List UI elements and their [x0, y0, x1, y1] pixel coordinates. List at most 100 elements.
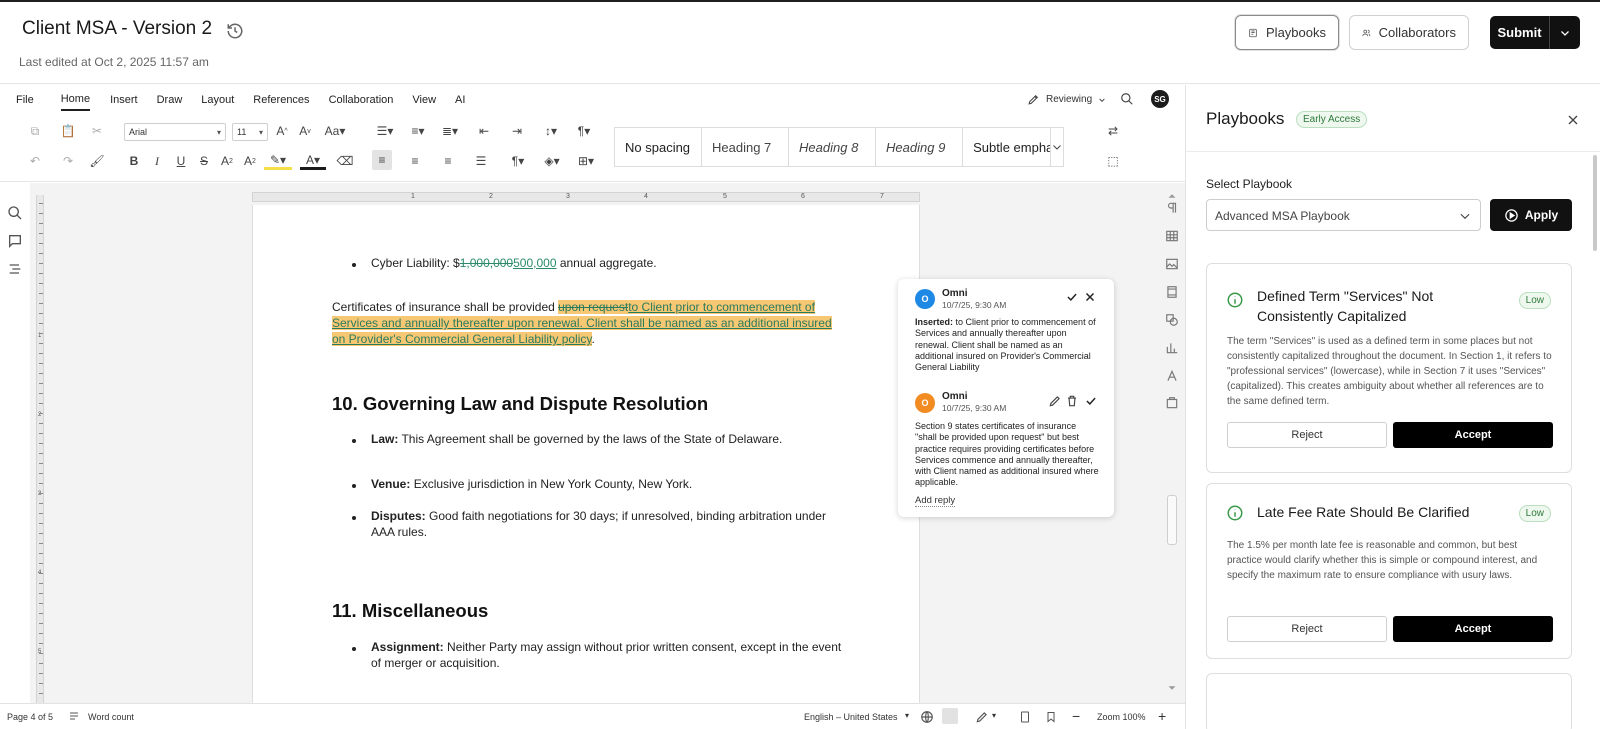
- styles-expand-button[interactable]: [1051, 128, 1063, 166]
- submit-dropdown-button[interactable]: [1550, 16, 1580, 49]
- underline-icon[interactable]: U: [172, 152, 190, 170]
- user-avatar[interactable]: SG: [1151, 90, 1169, 108]
- menu-home[interactable]: Home: [60, 89, 91, 111]
- highlight-color-icon[interactable]: ✎▾: [264, 152, 292, 170]
- chart-icon[interactable]: [1165, 341, 1179, 355]
- search-icon[interactable]: [1120, 92, 1134, 106]
- comment-thread-card[interactable]: O Omni 10/7/25, 9:30 AM Inserted: to Cli…: [898, 279, 1114, 517]
- paste-icon[interactable]: 📋: [59, 122, 77, 140]
- justify-icon[interactable]: ☰: [472, 152, 490, 170]
- italic-icon[interactable]: I: [148, 152, 166, 170]
- collaborators-button[interactable]: Collaborators: [1349, 15, 1469, 50]
- align-right-icon[interactable]: ≡: [439, 152, 457, 170]
- align-left-icon[interactable]: ≡: [372, 150, 392, 170]
- menu-insert[interactable]: Insert: [110, 90, 138, 110]
- language-select[interactable]: English – United States: [804, 712, 898, 722]
- table-icon[interactable]: [1165, 229, 1179, 243]
- tracked-insertion[interactable]: 500,000: [513, 256, 556, 270]
- menu-ai[interactable]: AI: [455, 90, 465, 110]
- print-layout-icon[interactable]: [1019, 710, 1031, 724]
- decrease-indent-icon[interactable]: ⇤: [475, 122, 493, 140]
- track-changes-icon[interactable]: [975, 710, 989, 724]
- word-count-button[interactable]: Word count: [88, 712, 134, 722]
- accept-button[interactable]: Accept: [1393, 616, 1553, 642]
- menu-layout[interactable]: Layout: [201, 90, 234, 110]
- zoom-in-icon[interactable]: +: [1158, 708, 1166, 724]
- style-no-spacing[interactable]: No spacing: [615, 128, 703, 166]
- word-count-icon[interactable]: [68, 710, 80, 722]
- apply-button[interactable]: Apply: [1490, 199, 1572, 231]
- menu-collaboration[interactable]: Collaboration: [329, 90, 394, 110]
- strikethrough-icon[interactable]: S: [195, 152, 213, 170]
- edit-icon[interactable]: [1048, 394, 1062, 408]
- grow-font-icon[interactable]: A ^: [273, 122, 291, 140]
- subscript-icon[interactable]: A2: [241, 152, 259, 170]
- style-heading-8[interactable]: Heading 8: [789, 128, 877, 166]
- shapes-icon[interactable]: [1165, 313, 1179, 327]
- shrink-font-icon[interactable]: Av: [296, 122, 314, 140]
- image-icon[interactable]: [1165, 257, 1179, 271]
- document-page[interactable]: Cyber Liability: $1,000,000500,000 annua…: [252, 205, 920, 703]
- menu-draw[interactable]: Draw: [157, 90, 183, 110]
- scroll-down-icon[interactable]: [1165, 681, 1179, 695]
- accessibility-check-icon[interactable]: [942, 708, 958, 724]
- menu-file[interactable]: File: [16, 90, 34, 110]
- reviewing-mode-dropdown[interactable]: Reviewing: [1027, 93, 1106, 106]
- menu-view[interactable]: View: [412, 90, 436, 110]
- tracked-deletion[interactable]: 1,000,000: [460, 256, 513, 270]
- navigation-icon[interactable]: [7, 261, 23, 277]
- accept-button[interactable]: Accept: [1393, 422, 1553, 448]
- style-heading-7[interactable]: Heading 7: [702, 128, 790, 166]
- search-icon[interactable]: [7, 205, 23, 221]
- undo-icon[interactable]: ↶: [26, 152, 44, 170]
- shading-icon[interactable]: ◈▾: [540, 152, 564, 170]
- signature-icon[interactable]: [1165, 396, 1179, 410]
- header-footer-icon[interactable]: [1165, 285, 1179, 299]
- submit-button[interactable]: Submit: [1490, 16, 1550, 49]
- select-icon[interactable]: ⬚: [1104, 152, 1122, 170]
- tracked-deletion[interactable]: upon request: [558, 300, 629, 314]
- add-reply-link[interactable]: Add reply: [915, 495, 956, 507]
- resolve-icon[interactable]: [1084, 394, 1098, 408]
- tracked-insertion[interactable]: on Provider's Commercial General Liabili…: [332, 332, 592, 346]
- multilevel-list-icon[interactable]: ≣▾: [438, 122, 462, 140]
- format-painter-icon[interactable]: 🖌: [88, 152, 106, 170]
- replace-icon[interactable]: ⇄: [1104, 122, 1122, 140]
- document-title[interactable]: Client MSA - Version 2: [22, 18, 212, 40]
- reject-button[interactable]: Reject: [1227, 422, 1387, 448]
- borders-icon[interactable]: ⊞▾: [574, 152, 598, 170]
- bookmark-icon[interactable]: [1045, 710, 1057, 724]
- bullets-icon[interactable]: ☰▾: [373, 122, 397, 140]
- paragraph-marks-icon[interactable]: [1165, 201, 1179, 215]
- paragraph-spacing-icon[interactable]: ¶▾: [572, 122, 596, 140]
- superscript-icon[interactable]: A2: [218, 152, 236, 170]
- close-icon[interactable]: [1565, 112, 1581, 128]
- change-case-icon[interactable]: Aa▾: [322, 122, 348, 140]
- reject-change-icon[interactable]: [1083, 290, 1097, 304]
- panel-scrollbar[interactable]: [1593, 155, 1597, 251]
- playbooks-button[interactable]: Playbooks: [1235, 15, 1339, 50]
- playbook-select[interactable]: Advanced MSA Playbook: [1206, 199, 1481, 231]
- text-art-icon[interactable]: [1165, 369, 1179, 383]
- style-subtle-emphasis[interactable]: Subtle empha: [963, 128, 1052, 166]
- accept-change-icon[interactable]: [1065, 290, 1079, 304]
- zoom-out-icon[interactable]: −: [1072, 708, 1080, 724]
- tracked-insertion[interactable]: Services and annually thereafter upon re…: [332, 316, 832, 330]
- delete-icon[interactable]: [1065, 394, 1079, 408]
- numbering-icon[interactable]: ≡▾: [406, 122, 430, 140]
- line-spacing-icon[interactable]: ↕▾: [539, 122, 563, 140]
- comment-icon[interactable]: [7, 233, 23, 249]
- style-heading-9[interactable]: Heading 9: [876, 128, 964, 166]
- tracked-insertion[interactable]: to Client prior to commencement of: [628, 300, 815, 314]
- cut-icon[interactable]: ✂: [88, 122, 106, 140]
- reject-button[interactable]: Reject: [1227, 616, 1387, 642]
- history-icon[interactable]: [226, 22, 244, 40]
- redo-icon[interactable]: ↷: [59, 152, 77, 170]
- scroll-thumb[interactable]: [1167, 495, 1177, 545]
- menu-references[interactable]: References: [253, 90, 309, 110]
- font-size-select[interactable]: 11 ▾: [232, 123, 268, 141]
- globe-icon[interactable]: [920, 710, 934, 724]
- increase-indent-icon[interactable]: ⇥: [508, 122, 526, 140]
- font-color-icon[interactable]: A▾: [300, 152, 326, 170]
- clear-formatting-icon[interactable]: ⌫: [336, 152, 354, 170]
